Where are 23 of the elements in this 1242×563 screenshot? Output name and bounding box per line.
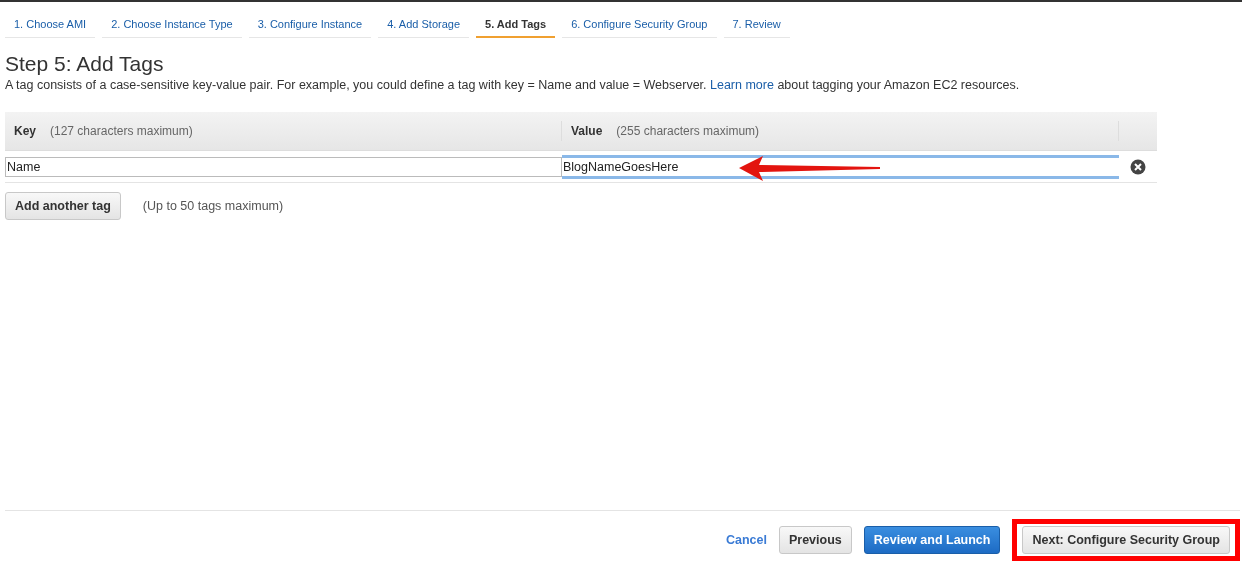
review-launch-button[interactable]: Review and Launch [863, 526, 1001, 554]
column-label: Value [571, 124, 603, 138]
column-hint: (255 characters maximum) [616, 124, 760, 138]
add-tag-button[interactable]: Add another tag [5, 192, 121, 220]
wizard-tab[interactable]: 4. Add Storage [378, 14, 469, 38]
wizard-tab[interactable]: 5. Add Tags [476, 14, 556, 38]
wizard-tab[interactable]: 7. Review [723, 14, 790, 38]
wizard-tab[interactable]: 3. Configure Instance [248, 14, 372, 38]
column-hint: (127 characters maximum) [50, 124, 193, 138]
cancel-link[interactable]: Cancel [725, 533, 767, 547]
intro-text: A tag consists of a case-sensitive key-value pair. For example, you could define a tag with key = Name and value = Webserver. Learn more about tagging your Amazon EC2 resources. [5, 78, 1021, 92]
column-label: Key [14, 124, 36, 138]
value-field[interactable]: BlogNameGoesHere [562, 154, 1119, 179]
learn-more-link[interactable]: Learn more [710, 78, 774, 92]
wizard-tab[interactable]: 2. Choose Instance Type [102, 14, 242, 38]
tag-limit-hint: (Up to 50 tags maximum) [142, 199, 284, 213]
remove-icon[interactable] [1130, 158, 1146, 175]
previous-button[interactable]: Previous [778, 526, 852, 554]
page-title: Step 5: Add Tags [5, 52, 165, 76]
next-button[interactable]: Next: Configure Security Group [1022, 526, 1230, 554]
key-field[interactable]: Name [5, 156, 562, 177]
wizard-tab[interactable]: 6. Configure Security Group [562, 14, 717, 38]
wizard-tab[interactable]: 1. Choose AMI [5, 14, 96, 38]
